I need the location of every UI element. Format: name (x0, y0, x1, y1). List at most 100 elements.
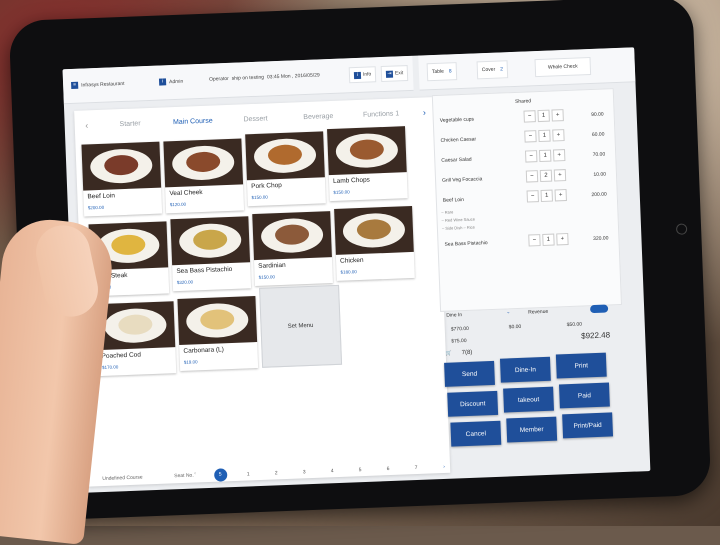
seat-page[interactable]: 6 (374, 465, 402, 472)
menu-item-pork-chop[interactable]: Pork Chop $150.00 (245, 131, 326, 207)
menu-item-carbonara[interactable]: Carbonara (L) $19.00 (177, 296, 259, 371)
operator-label: Operator (208, 75, 229, 83)
paid-button[interactable]: Paid (559, 382, 610, 409)
cover-label: Cover (481, 66, 496, 74)
cover-selector[interactable]: Cover 2 (476, 60, 509, 80)
send-button[interactable]: Send (444, 360, 495, 387)
chevron-down-icon[interactable]: ⌄ (506, 309, 510, 315)
total-amount: $922.48 (580, 330, 611, 341)
line-name: Vegetable cups (439, 116, 475, 124)
line-name: Sea Bass Pistachio (444, 240, 488, 248)
minus-icon[interactable]: − (528, 234, 541, 247)
tab-beverage[interactable]: Beverage (287, 112, 350, 121)
menu-item-sea-bass-pistachio[interactable]: Sea Bass Pistachio $320.00 (170, 216, 252, 292)
plus-icon[interactable]: + (553, 169, 567, 182)
table-label: Table (431, 68, 444, 76)
minus-icon[interactable]: − (525, 170, 539, 183)
minus-icon[interactable]: − (524, 130, 537, 143)
line-qty: 1 (542, 233, 555, 246)
action-buttons: Send Dine-In Print Discount takeout Paid… (444, 346, 630, 463)
top-bar: ≡ Infrasys Restaurant i Admin Operator s… (62, 55, 414, 105)
tab-functions-1[interactable]: Functions 1 (350, 109, 413, 118)
menu-item-chicken[interactable]: Chicken $180.00 (334, 205, 415, 281)
order-line[interactable]: Beef Loin −1 + 200.00 (443, 189, 611, 204)
line-qty: 1 (538, 129, 551, 143)
plus-icon[interactable]: + (552, 149, 566, 162)
seat-page[interactable]: 3 (290, 468, 318, 475)
dish-photo (327, 126, 407, 176)
menu-item-veal-cheek[interactable]: Veal Cheek $120.00 (163, 138, 245, 214)
order-line[interactable]: Grill Veg Focaccia −2 + 10.00 (442, 169, 610, 184)
plus-icon[interactable]: + (551, 109, 564, 122)
item-name: Veal Cheek (169, 188, 203, 198)
line-qty: 1 (538, 149, 552, 163)
whole-check-button[interactable]: Whole Check (534, 57, 592, 78)
dish-photo (177, 296, 258, 346)
set-menu-button[interactable]: Set Menu (259, 284, 343, 368)
amount: $75.00 (451, 337, 467, 345)
tab-starter[interactable]: Starter (99, 119, 162, 128)
seat-page[interactable]: 2 (262, 469, 290, 476)
item-name: Pork Chop (251, 181, 283, 191)
chevron-left-icon[interactable]: ‹ (194, 470, 196, 476)
order-line[interactable]: Chicken Caesar −1 + 60.00 (440, 129, 608, 144)
user-icon: i (158, 78, 167, 86)
seat-page-current[interactable]: 5 (206, 468, 234, 482)
member-button[interactable]: Member (506, 416, 558, 443)
revenue-toggle[interactable] (589, 304, 609, 314)
table-number: 8 (448, 68, 452, 75)
seat-no-label: Seat No. (174, 472, 194, 480)
line-price: 320.00 (593, 235, 609, 243)
line-price: 10.00 (593, 171, 607, 178)
menu-item-poached-cod[interactable]: Poached Cod $170.00 (95, 301, 177, 377)
quantity-stepper: −1 + (524, 149, 566, 163)
amount: $770.00 (450, 325, 469, 333)
plus-icon[interactable]: + (556, 232, 569, 246)
chevron-right-icon[interactable]: › (430, 463, 458, 470)
line-name: Grill Veg Focaccia (441, 176, 483, 184)
dine-in-select[interactable]: Dine In (446, 312, 462, 319)
minus-icon[interactable]: − (526, 190, 539, 203)
line-qty: 2 (539, 169, 553, 183)
print-button[interactable]: Print (555, 352, 607, 379)
amount: $0.00 (508, 323, 522, 331)
seat-page[interactable]: 7 (402, 464, 430, 471)
menu-item-beef-loin[interactable]: Beef Loin $200.00 (81, 141, 163, 217)
tab-dessert[interactable]: Dessert (224, 114, 287, 123)
plus-icon[interactable]: + (552, 129, 565, 142)
line-price: 90.00 (591, 111, 604, 119)
seat-page[interactable]: 5 (346, 466, 374, 473)
order-line[interactable]: Sea Bass Pistachio −1 + 320.00 (444, 232, 612, 248)
minus-icon[interactable]: − (524, 150, 538, 163)
order-line[interactable]: Vegetable cups −1 + 90.00 (440, 109, 608, 124)
item-price: $150.00 (251, 194, 268, 201)
restaurant-icon: ≡ (71, 81, 79, 89)
item-price: $150.00 (258, 274, 276, 280)
restaurant-selector[interactable]: ≡ Infrasys Restaurant (71, 80, 125, 89)
info-button[interactable]: i Info (348, 66, 377, 84)
dine-in-button[interactable]: Dine-In (499, 356, 551, 383)
print-paid-button[interactable]: Print/Paid (562, 412, 614, 439)
item-name: Beef Loin (87, 192, 116, 201)
minus-icon[interactable]: − (523, 110, 536, 123)
quantity-stepper: −1 + (524, 129, 565, 143)
seat-page[interactable]: 4 (318, 467, 346, 474)
tab-main-course[interactable]: Main Course (161, 117, 224, 126)
line-qty: 1 (540, 189, 553, 203)
discount-button[interactable]: Discount (447, 390, 499, 417)
user-menu[interactable]: i Admin (158, 78, 183, 86)
cancel-button[interactable]: Cancel (450, 420, 502, 447)
item-name: Lamb Chops (332, 176, 371, 185)
plus-icon[interactable]: + (554, 189, 567, 202)
item-price: $150.00 (333, 189, 350, 195)
station-name: ship on testing (231, 74, 265, 82)
menu-item-lamb-chops[interactable]: Lamb Chops $150.00 (327, 126, 408, 202)
order-line[interactable]: Caesar Salad −1 + 70.00 (441, 149, 609, 164)
exit-button[interactable]: ⇥ Exit (380, 65, 409, 83)
takeout-button[interactable]: takeout (503, 386, 555, 413)
table-selector[interactable]: Table 8 (426, 62, 457, 82)
menu-item-sardinian[interactable]: Sardinian $150.00 (252, 211, 333, 287)
chevron-left-icon[interactable]: ‹ (75, 120, 99, 131)
seat-page[interactable]: 1 (234, 470, 262, 477)
item-price: $170.00 (101, 364, 119, 370)
